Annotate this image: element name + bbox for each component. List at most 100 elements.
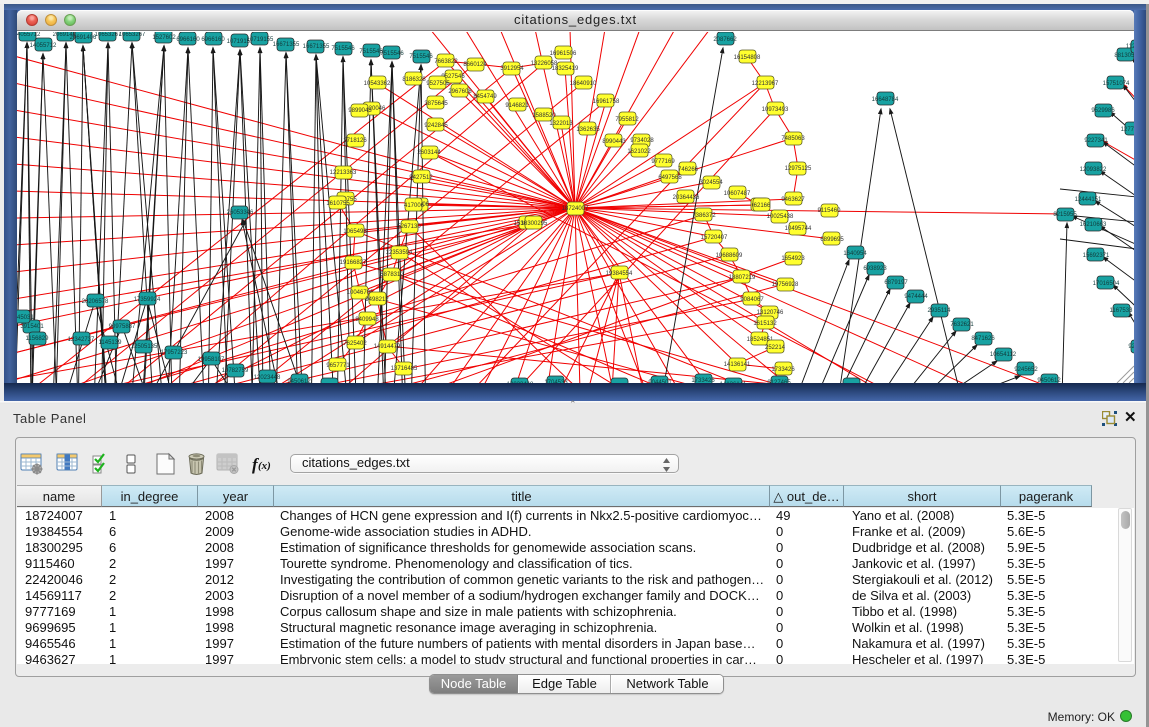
svg-text:7515546: 7515546 [380, 51, 404, 57]
svg-text:7515546: 7515546 [331, 46, 355, 52]
svg-text:9044501: 9044501 [648, 380, 672, 383]
svg-text:(x): (x) [258, 460, 271, 472]
svg-text:7955812: 7955812 [615, 117, 639, 123]
svg-text:9777169: 9777169 [651, 159, 675, 165]
svg-text:9245012: 9245012 [1128, 344, 1134, 350]
svg-text:9427512: 9427512 [409, 175, 433, 181]
svg-text:26053346: 26053346 [227, 210, 254, 216]
svg-text:10653267: 10653267 [119, 32, 146, 38]
svg-text:9657771: 9657771 [326, 363, 350, 369]
svg-text:62166: 62166 [754, 203, 771, 209]
svg-text:9463627: 9463627 [781, 197, 805, 203]
svg-text:19166827: 19166827 [340, 260, 367, 266]
svg-text:1065498: 1065498 [343, 229, 367, 235]
svg-text:10543362: 10543362 [364, 81, 391, 87]
svg-text:16961758: 16961758 [593, 99, 620, 105]
svg-text:746266: 746266 [678, 167, 699, 173]
svg-text:12342737: 12342737 [68, 337, 95, 343]
svg-text:7515546: 7515546 [409, 54, 433, 60]
svg-text:14055712: 14055712 [17, 32, 41, 38]
svg-text:9450612: 9450612 [1037, 378, 1061, 383]
svg-text:8813054: 8813054 [1114, 53, 1134, 59]
svg-text:10958107: 10958107 [198, 357, 225, 363]
svg-text:17016504: 17016504 [1093, 281, 1120, 287]
svg-text:2087662: 2087662 [713, 37, 737, 43]
svg-text:14914479: 14914479 [374, 344, 401, 350]
svg-text:9245652: 9245652 [1014, 367, 1038, 373]
svg-text:17957223: 17957223 [161, 350, 188, 356]
svg-text:10973493: 10973493 [762, 107, 789, 113]
svg-text:1733426: 1733426 [691, 378, 715, 383]
svg-text:10025438: 10025438 [767, 214, 794, 220]
svg-text:14136141: 14136141 [724, 362, 751, 368]
svg-text:3024554: 3024554 [699, 180, 723, 186]
svg-text:9084067: 9084067 [740, 297, 764, 303]
svg-text:6966160: 6966160 [201, 37, 225, 43]
svg-text:1654923: 1654923 [781, 256, 805, 262]
svg-text:16961506: 16961506 [550, 51, 577, 57]
svg-text:10719155: 10719155 [247, 37, 274, 43]
svg-text:5878312: 5878312 [380, 272, 404, 278]
svg-text:9115460: 9115460 [818, 208, 842, 214]
svg-text:8186328: 8186328 [402, 77, 426, 83]
svg-text:7663822: 7663822 [434, 59, 458, 65]
svg-text:3875645: 3875645 [424, 101, 448, 107]
svg-text:8215955: 8215955 [1053, 212, 1077, 218]
svg-text:12505135: 12505135 [131, 344, 158, 350]
svg-text:5267130: 5267130 [397, 224, 421, 230]
svg-text:16210663: 16210663 [1080, 222, 1107, 228]
svg-text:7386372: 7386372 [692, 213, 716, 219]
svg-text:2718126: 2718126 [343, 138, 367, 144]
svg-text:8409948: 8409948 [355, 317, 379, 323]
svg-text:7625402: 7625402 [343, 341, 367, 347]
svg-text:12023448: 12023448 [507, 382, 534, 383]
svg-text:16671355: 16671355 [273, 42, 300, 48]
svg-text:10688609: 10688609 [716, 253, 743, 259]
svg-text:15720407: 15720407 [701, 235, 728, 241]
svg-text:6938923: 6938923 [863, 266, 887, 272]
svg-text:9146821: 9146821 [505, 103, 529, 109]
svg-text:16648784: 16648784 [872, 97, 899, 103]
svg-text:11216906: 11216906 [1126, 44, 1134, 50]
svg-text:252214: 252214 [765, 345, 786, 351]
svg-text:19384554: 19384554 [606, 271, 633, 277]
svg-text:20206578: 20206578 [82, 299, 109, 305]
svg-text:9242845: 9242845 [424, 123, 448, 129]
svg-text:10654112: 10654112 [990, 352, 1017, 358]
svg-text:1610755: 1610755 [326, 201, 350, 207]
svg-text:1615132: 1615132 [753, 321, 777, 327]
svg-text:1640954: 1640954 [843, 251, 867, 257]
svg-text:10782759: 10782759 [222, 368, 249, 374]
svg-text:2935114: 2935114 [928, 308, 952, 314]
svg-text:8660124: 8660124 [463, 62, 487, 68]
svg-text:17359924: 17359924 [134, 297, 161, 303]
svg-text:1704533: 1704533 [544, 380, 568, 383]
svg-text:9450612: 9450612 [287, 379, 311, 383]
svg-text:3915401: 3915401 [20, 324, 44, 330]
svg-text:12774041: 12774041 [1121, 127, 1134, 133]
svg-text:20364436: 20364436 [673, 195, 700, 201]
svg-text:1167533: 1167533 [1110, 308, 1134, 314]
svg-text:6899695: 6899695 [820, 237, 844, 243]
svg-text:1145139: 1145139 [99, 340, 123, 346]
svg-text:15692371: 15692371 [1083, 253, 1110, 259]
svg-text:12023448: 12023448 [254, 375, 281, 381]
svg-text:1621022: 1621022 [627, 149, 651, 155]
svg-text:12975125: 12975125 [785, 166, 812, 172]
svg-text:90975887: 90975887 [109, 324, 136, 330]
svg-text:12093822: 12093822 [1080, 167, 1107, 173]
svg-text:16154808: 16154808 [734, 55, 761, 61]
svg-text:18300295: 18300295 [521, 221, 548, 227]
svg-text:9527505: 9527505 [426, 81, 450, 87]
svg-text:1362635: 1362635 [576, 127, 600, 133]
svg-text:12213967: 12213967 [752, 81, 779, 87]
svg-text:2967608: 2967608 [448, 89, 472, 95]
svg-text:9474444: 9474444 [904, 294, 928, 300]
svg-text:9899043: 9899043 [348, 108, 372, 114]
svg-text:18640910: 18640910 [570, 81, 597, 87]
svg-text:1733426: 1733426 [771, 367, 795, 373]
svg-text:12213363: 12213363 [330, 170, 357, 176]
svg-text:18807219: 18807219 [729, 275, 756, 281]
svg-text:6966160: 6966160 [176, 37, 200, 43]
svg-text:8990443: 8990443 [602, 139, 626, 145]
